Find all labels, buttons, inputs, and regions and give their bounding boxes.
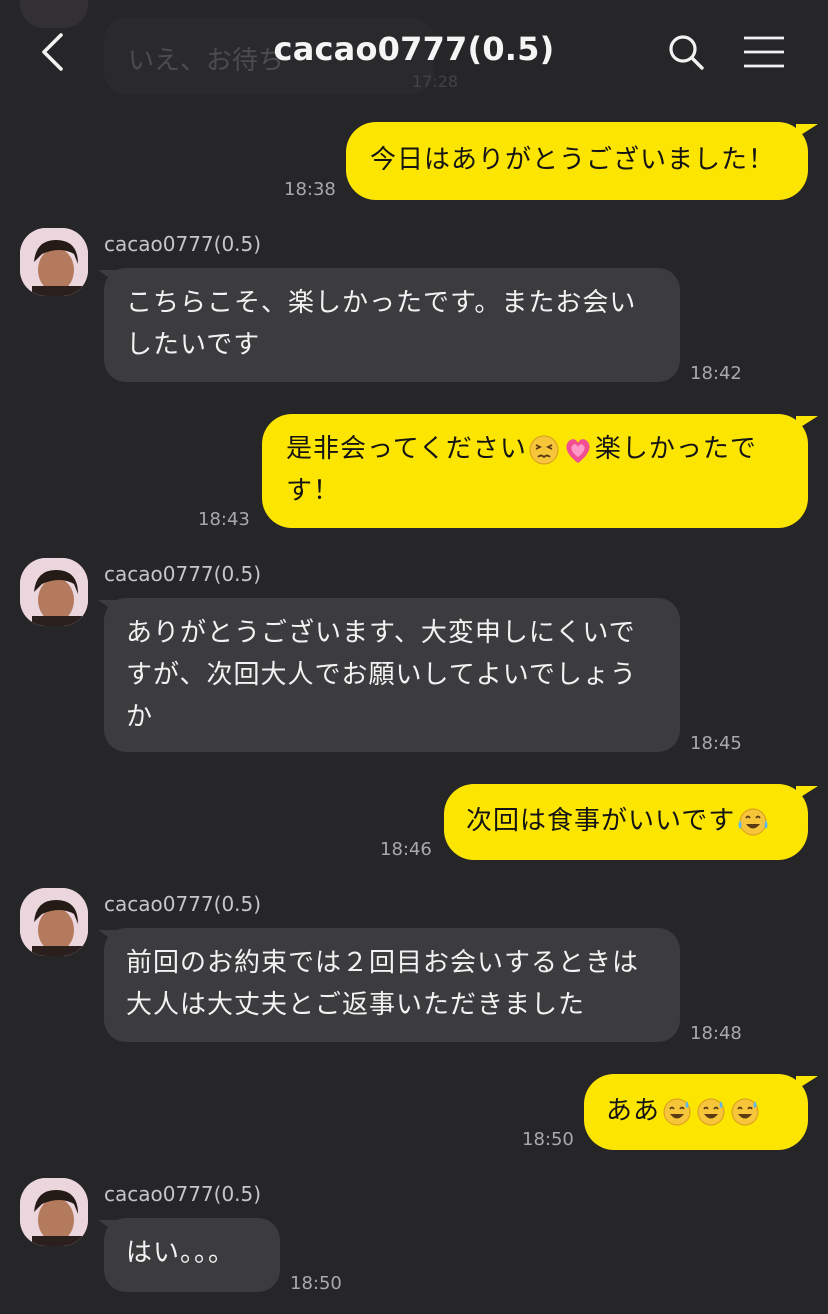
message-line: す！ <box>286 476 341 506</box>
message-text: ああ <box>606 1096 661 1126</box>
sender-name: cacao0777(0.5) <box>104 892 262 916</box>
message-time: 18:50 <box>290 1273 342 1294</box>
message-text: 次回は食事がいいです <box>466 806 736 836</box>
their-message-bubble[interactable]: 前回のお約束では２回目お会いするときは 大人は大丈夫とご返事いただきました <box>104 928 680 1042</box>
avatar[interactable] <box>20 888 88 956</box>
message-line: こちらこそ、楽しかったです。またお会い <box>126 288 637 318</box>
my-message-bubble[interactable]: 是非会ってください 楽しかったで す！ <box>262 414 808 528</box>
avatar[interactable] <box>20 558 88 626</box>
hamburger-menu-icon <box>744 36 784 68</box>
sender-name: cacao0777(0.5) <box>104 562 262 586</box>
message-time: 18:38 <box>284 179 336 200</box>
back-button[interactable] <box>30 28 74 76</box>
message-line: 大人は大丈夫とご返事いただきました <box>126 990 586 1020</box>
avatar-photo <box>20 888 88 956</box>
message-line: すが、次回大人でお願いしてよいでしょう <box>126 660 637 690</box>
sender-name: cacao0777(0.5) <box>104 232 262 256</box>
growing-heart-emoji <box>566 438 590 463</box>
avatar-photo <box>20 228 88 296</box>
message-time: 18:50 <box>522 1129 574 1150</box>
sweat-smile-emoji <box>663 1098 691 1125</box>
search-icon <box>669 35 704 70</box>
message-time: 18:45 <box>690 733 742 754</box>
avatar-photo <box>20 558 88 626</box>
message-time: 18:42 <box>690 363 742 384</box>
avatar[interactable] <box>20 228 88 296</box>
scrolled-message-time: 17:28 <box>412 72 459 91</box>
bubble-tail <box>796 786 818 800</box>
sweat-smile-emoji <box>731 1098 759 1125</box>
tears-of-joy-emoji <box>738 808 768 835</box>
message-text: 今日はありがとうございました！ <box>370 145 776 175</box>
my-message-bubble[interactable]: 次回は食事がいいです <box>444 784 808 860</box>
message-text: はい。。。 <box>126 1238 236 1268</box>
message-text: 是非会ってください <box>286 434 527 464</box>
bubble-tail <box>796 1076 818 1090</box>
message-time: 18:48 <box>690 1023 742 1044</box>
message-text: 楽しかったで <box>594 434 757 464</box>
sender-name: cacao0777(0.5) <box>104 1182 262 1206</box>
menu-button[interactable] <box>738 28 790 76</box>
their-message-bubble[interactable]: はい。。。 <box>104 1218 280 1292</box>
persevering-face-emoji <box>529 435 559 464</box>
sweat-smile-emoji <box>697 1098 725 1125</box>
message-line: 是非会ってください 楽しかったで <box>286 428 784 470</box>
my-message-bubble[interactable]: ああ <box>584 1074 808 1150</box>
message-time: 18:43 <box>198 509 250 530</box>
chat-title: cacao0777(0.5) <box>273 30 555 68</box>
message-line: ありがとうございます、大変申しにくいで <box>126 618 636 648</box>
avatar-photo <box>20 1178 88 1246</box>
chat-header: いえ、お待ち 17:28 cacao0777(0.5) <box>0 0 828 104</box>
message-line: したいです <box>126 330 261 360</box>
chevron-left-icon <box>42 33 63 71</box>
avatar[interactable] <box>20 1178 88 1246</box>
my-message-bubble[interactable]: 今日はありがとうございました！ <box>346 122 808 200</box>
message-line: か <box>126 702 154 732</box>
message-time: 18:46 <box>380 839 432 860</box>
scrolled-avatar <box>20 0 88 28</box>
their-message-bubble[interactable]: ありがとうございます、大変申しにくいで すが、次回大人でお願いしてよいでしょう … <box>104 598 680 752</box>
their-message-bubble[interactable]: こちらこそ、楽しかったです。またお会い したいです <box>104 268 680 382</box>
bubble-tail <box>796 124 818 138</box>
bubble-tail <box>796 416 818 430</box>
message-line: 前回のお約束では２回目お会いするときは <box>126 948 640 978</box>
search-button[interactable] <box>662 28 710 76</box>
